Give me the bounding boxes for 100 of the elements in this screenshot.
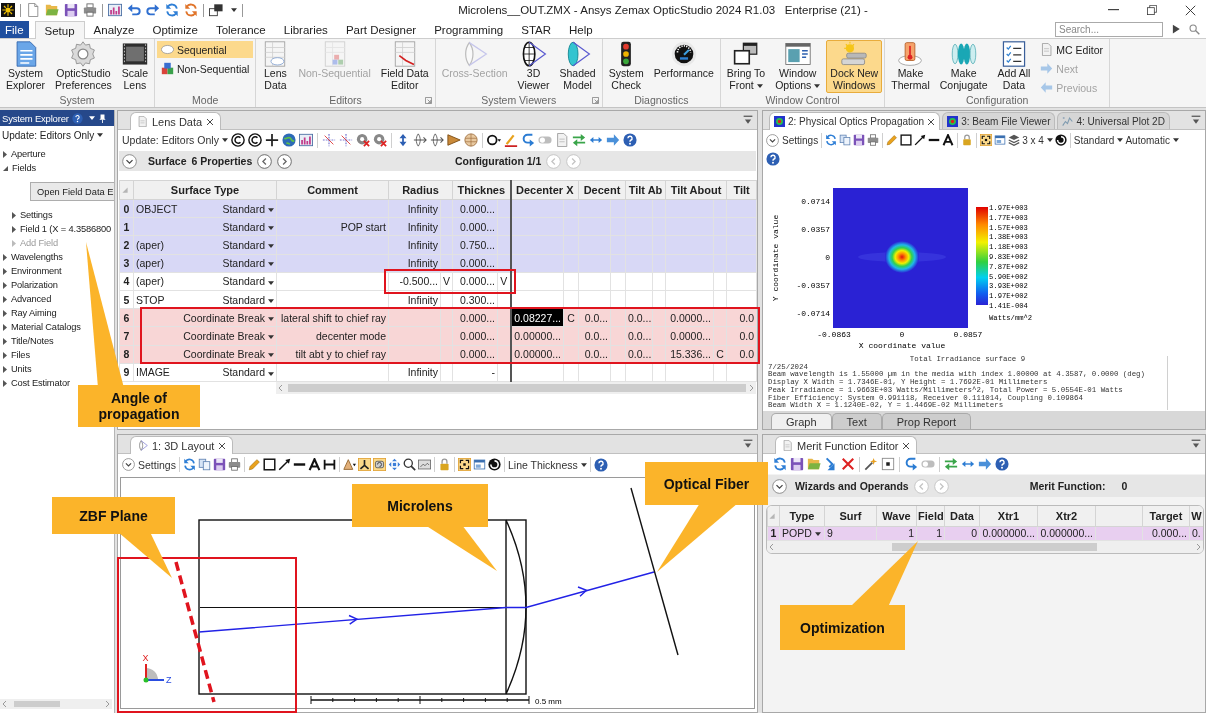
circled-arc-icon[interactable] [247, 133, 262, 147]
tree-item[interactable]: Advanced [11, 294, 52, 304]
collapsed-arrow-icon[interactable] [3, 150, 7, 158]
ribbon-tab[interactable]: Optimize [143, 21, 207, 38]
surface-type-dropdown[interactable]: Standard [222, 275, 274, 288]
ribbon-tab[interactable]: Libraries [274, 21, 337, 38]
ribbon-button[interactable]: Make Thermal [887, 40, 934, 93]
play-icon[interactable] [1171, 24, 1181, 34]
tree-item[interactable]: Cost Estimator [11, 378, 70, 388]
ribbon-button[interactable]: OpticStudio Preferences [51, 40, 116, 93]
tree-item[interactable]: Wavelengths [11, 252, 63, 262]
tree-item[interactable]: Material Catalogs [11, 322, 81, 332]
dialog-launcher-icon[interactable] [591, 96, 599, 104]
table-cell[interactable]: 0.0... [578, 326, 611, 345]
tree-item[interactable]: Fields [12, 163, 36, 173]
collapsed-arrow-icon[interactable] [3, 295, 7, 303]
table-cell[interactable]: 0.750... [452, 235, 498, 255]
save-icon[interactable] [212, 458, 226, 471]
table-cell[interactable]: 0.000... [452, 254, 498, 273]
collapsed-arrow-icon[interactable] [3, 267, 7, 275]
table-cell[interactable]: 0.000... [452, 272, 498, 291]
table-cell[interactable]: 0.000... [452, 199, 498, 218]
surface-type-dropdown[interactable]: Standard [222, 366, 274, 379]
window-tab[interactable]: 3: Beam File Viewer [942, 112, 1056, 129]
collapsed-arrow-icon[interactable] [12, 225, 16, 233]
ribbon-button[interactable]: Window Options [771, 40, 825, 93]
table-cell[interactable]: Infinity [388, 199, 441, 218]
close-icon[interactable] [927, 117, 936, 126]
window-tab[interactable]: Merit Function Editor [775, 436, 918, 454]
solve-cell[interactable]: C [563, 308, 579, 327]
column-header[interactable]: Tilt Ab [625, 180, 666, 200]
fit-frame-icon[interactable] [457, 458, 471, 471]
window-tab[interactable]: 1: 3D Layout [130, 436, 234, 454]
lock-icon[interactable] [437, 458, 451, 471]
ribbon-tab[interactable]: Help [560, 21, 602, 38]
chevron-down-icon[interactable] [772, 478, 787, 494]
table-cell[interactable]: 0.0... [625, 326, 653, 345]
ribbon-button[interactable]: MC Editor [1036, 41, 1107, 58]
ribbon-button[interactable]: Make Conjugate [935, 40, 992, 93]
table-cell[interactable]: Infinity [388, 235, 441, 255]
collapsed-arrow-icon[interactable] [12, 211, 16, 219]
collapsed-arrow-icon[interactable] [3, 323, 7, 331]
copy-icon[interactable] [839, 134, 852, 146]
ball-icon[interactable] [463, 133, 478, 147]
help-icon[interactable] [622, 133, 637, 147]
close-icon[interactable] [902, 441, 911, 450]
refresh-icon[interactable] [165, 3, 179, 17]
table-cell[interactable]: Infinity [388, 254, 441, 273]
table-cell[interactable]: 0.000... [452, 217, 498, 236]
column-header[interactable]: Thicknes [452, 180, 511, 200]
pin-icon[interactable] [97, 113, 107, 123]
line-thickness-dropdown[interactable]: Line Thickness [507, 458, 587, 471]
dashed-cross-icon[interactable] [338, 133, 353, 147]
lens-arrow-icon[interactable] [412, 133, 427, 147]
close-icon[interactable] [218, 441, 227, 450]
collapsed-arrow-icon[interactable] [3, 253, 7, 261]
help-icon[interactable] [71, 112, 83, 124]
triangle-caret-icon[interactable] [342, 458, 356, 471]
ring-caret-icon[interactable] [486, 133, 501, 147]
delete-icon[interactable] [841, 457, 855, 471]
layout-dropdown[interactable]: 3 x 4 [1022, 134, 1053, 146]
arrow-line-icon[interactable] [914, 134, 927, 146]
table-cell[interactable]: -0.500... [388, 272, 441, 291]
search-field[interactable]: Search... [1055, 21, 1163, 37]
ribbon-button[interactable]: Dock New Windows [826, 40, 883, 93]
picture-frame-icon[interactable] [417, 458, 431, 471]
ribbon-button[interactable]: Field Data Editor [376, 40, 433, 93]
surface-type-dropdown[interactable]: Standard [222, 202, 274, 215]
column-header[interactable]: Surface Type [133, 180, 277, 200]
horizontal-scrollbar[interactable] [0, 699, 112, 709]
column-header[interactable]: Xtr1 [979, 506, 1038, 526]
table-cell[interactable]: 0.0 [726, 326, 757, 345]
ribbon-button[interactable]: Sequential [157, 41, 254, 58]
pencil-underline-icon[interactable] [503, 133, 518, 147]
rotate-view-icon[interactable] [372, 458, 386, 471]
square-icon[interactable] [900, 134, 913, 146]
table-cell[interactable]: 0.000... [452, 308, 498, 327]
collapsed-arrow-icon[interactable] [3, 351, 7, 359]
square-icon[interactable] [262, 458, 276, 471]
table-cell[interactable]: 0.0... [625, 345, 653, 364]
table-cell[interactable]: lateral shift to chief ray [276, 308, 389, 327]
column-header[interactable]: Tilt About [665, 180, 727, 200]
save-icon[interactable] [853, 134, 866, 146]
collapsed-arrow-icon[interactable] [3, 281, 7, 289]
window-icon[interactable] [994, 134, 1007, 146]
table-cell[interactable]: - [452, 363, 498, 382]
ribbon-button[interactable]: Performance [649, 40, 718, 82]
column-header[interactable]: Xtr2 [1037, 506, 1096, 526]
window-icon[interactable] [472, 458, 486, 471]
style-dropdown[interactable]: Standard [1073, 134, 1124, 146]
tree-item[interactable]: Units [11, 364, 32, 374]
column-header[interactable]: Field [916, 506, 945, 526]
dimension-icon[interactable] [322, 458, 336, 471]
window-switch-icon[interactable] [209, 3, 223, 17]
lens-arrow-icon[interactable] [429, 133, 444, 147]
chevron-left-icon[interactable] [257, 153, 273, 169]
ribbon-button[interactable]: Scale Lens [117, 40, 152, 93]
search-icon[interactable] [1189, 23, 1200, 35]
minimize-icon[interactable] [1108, 9, 1119, 11]
print-icon[interactable] [227, 458, 241, 471]
